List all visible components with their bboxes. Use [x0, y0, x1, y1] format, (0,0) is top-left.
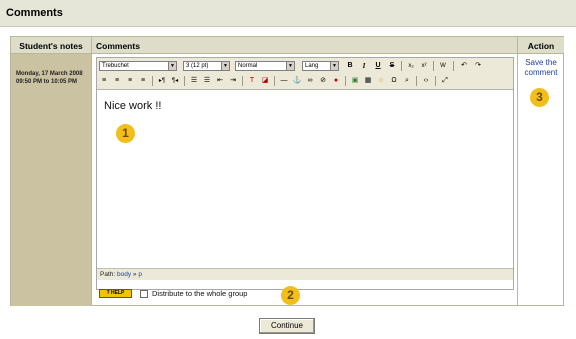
font-family-select[interactable]: Trebuchet ▼: [99, 61, 177, 71]
align-right-icon[interactable]: ≡: [125, 76, 135, 86]
font-size-select[interactable]: 3 (12 pt) ▼: [183, 61, 230, 71]
align-justify-icon[interactable]: ≡: [138, 76, 148, 86]
editor-toolbar: Trebuchet ▼ 3 (12 pt) ▼ Normal ▼ Lang ▼: [97, 58, 513, 90]
smiley-icon[interactable]: ☺: [376, 76, 386, 86]
continue-button[interactable]: Continue: [259, 318, 315, 334]
section-title: Comments: [6, 7, 63, 19]
student-notes-cell: Monday, 17 March 2008 09:50 PM to 10:05 …: [11, 54, 92, 306]
nolink-icon[interactable]: ●: [331, 76, 341, 86]
font-size-value: 3 (12 pt): [186, 63, 209, 69]
comments-cell: Trebuchet ▼ 3 (12 pt) ▼ Normal ▼ Lang ▼: [92, 54, 518, 306]
annotation-badge-2: 2: [281, 286, 300, 305]
horizontal-rule-icon[interactable]: —: [279, 76, 289, 86]
column-header-action: Action: [518, 37, 564, 54]
toolbar-divider: [152, 76, 153, 86]
clean-word-icon[interactable]: W: [438, 61, 448, 71]
superscript-icon[interactable]: x²: [419, 61, 429, 71]
toolbar-divider: [416, 76, 417, 86]
ltr-direction-icon[interactable]: ▸¶: [157, 76, 167, 86]
special-char-icon[interactable]: Ω: [389, 76, 399, 86]
html-editor: Trebuchet ▼ 3 (12 pt) ▼ Normal ▼ Lang ▼: [96, 57, 514, 290]
subscript-icon[interactable]: x₂: [406, 61, 416, 71]
anchor-icon[interactable]: ⚓: [292, 76, 302, 86]
editor-path-bar: Path: body » p: [97, 268, 513, 280]
column-header-comments: Comments: [92, 37, 518, 54]
toolbar-divider: [345, 76, 346, 86]
search-replace-icon[interactable]: ⌕: [402, 76, 412, 86]
section-header: Comments: [0, 0, 576, 27]
fullscreen-icon[interactable]: ⤢: [440, 76, 450, 86]
insert-table-icon[interactable]: ▦: [363, 76, 373, 86]
comments-table: Student's notes Comments Action Monday, …: [10, 36, 564, 306]
unordered-list-icon[interactable]: ☰: [202, 76, 212, 86]
insert-image-icon[interactable]: ▣: [350, 76, 360, 86]
chevron-down-icon: ▼: [330, 62, 338, 70]
column-header-notes: Student's notes: [11, 37, 92, 54]
toolbar-divider: [274, 76, 275, 86]
toolbar-divider: [433, 61, 434, 71]
path-separator: »: [132, 271, 137, 278]
ordered-list-icon[interactable]: ☰: [189, 76, 199, 86]
background-color-icon[interactable]: ◪: [260, 76, 270, 86]
toolbar-divider: [242, 76, 243, 86]
annotation-badge-3: 3: [530, 88, 549, 107]
save-comment-link[interactable]: Save the comment: [520, 58, 562, 78]
notes-date: Monday, 17 March 2008 09:50 PM to 10:05 …: [16, 71, 83, 85]
toolbar-divider: [453, 61, 454, 71]
path-label: Path:: [100, 271, 116, 278]
bold-icon[interactable]: B: [345, 61, 355, 71]
help-button[interactable]: ? HELP: [99, 289, 132, 298]
language-select[interactable]: Lang ▼: [302, 61, 339, 71]
redo-icon[interactable]: ↷: [473, 61, 483, 71]
toolbar-divider: [435, 76, 436, 86]
path-p-link[interactable]: p: [138, 271, 142, 278]
text-color-icon[interactable]: T: [247, 76, 257, 86]
align-center-icon[interactable]: ≡: [112, 76, 122, 86]
indent-icon[interactable]: ⇥: [228, 76, 238, 86]
language-value: Lang: [305, 63, 319, 69]
font-family-value: Trebuchet: [102, 63, 129, 69]
align-left-icon[interactable]: ≡: [99, 76, 109, 86]
format-select[interactable]: Normal ▼: [235, 61, 295, 71]
underline-icon[interactable]: U: [373, 61, 383, 71]
chevron-down-icon: ▼: [286, 62, 294, 70]
format-value: Normal: [238, 63, 258, 69]
page: Comments Student's notes Comments Action…: [0, 0, 576, 339]
outdent-icon[interactable]: ⇤: [215, 76, 225, 86]
path-body-link[interactable]: body: [117, 271, 131, 278]
rtl-direction-icon[interactable]: ¶◂: [170, 76, 180, 86]
toolbar-divider: [184, 76, 185, 86]
editor-content-area[interactable]: Nice work !!: [97, 90, 513, 268]
toolbar-divider: [401, 61, 402, 71]
distribute-checkbox[interactable]: [140, 290, 148, 298]
insert-link-icon[interactable]: ∞: [305, 76, 315, 86]
strikethrough-icon[interactable]: S: [387, 61, 397, 71]
annotation-badge-1: 1: [116, 124, 135, 143]
html-source-icon[interactable]: ‹›: [421, 76, 431, 86]
unlink-icon[interactable]: ⊘: [318, 76, 328, 86]
comment-text: Nice work !!: [104, 100, 162, 112]
italic-icon[interactable]: I: [359, 61, 369, 71]
chevron-down-icon: ▼: [168, 62, 176, 70]
distribute-label: Distribute to the whole group: [152, 289, 248, 298]
undo-icon[interactable]: ↶: [459, 61, 469, 71]
chevron-down-icon: ▼: [221, 62, 229, 70]
